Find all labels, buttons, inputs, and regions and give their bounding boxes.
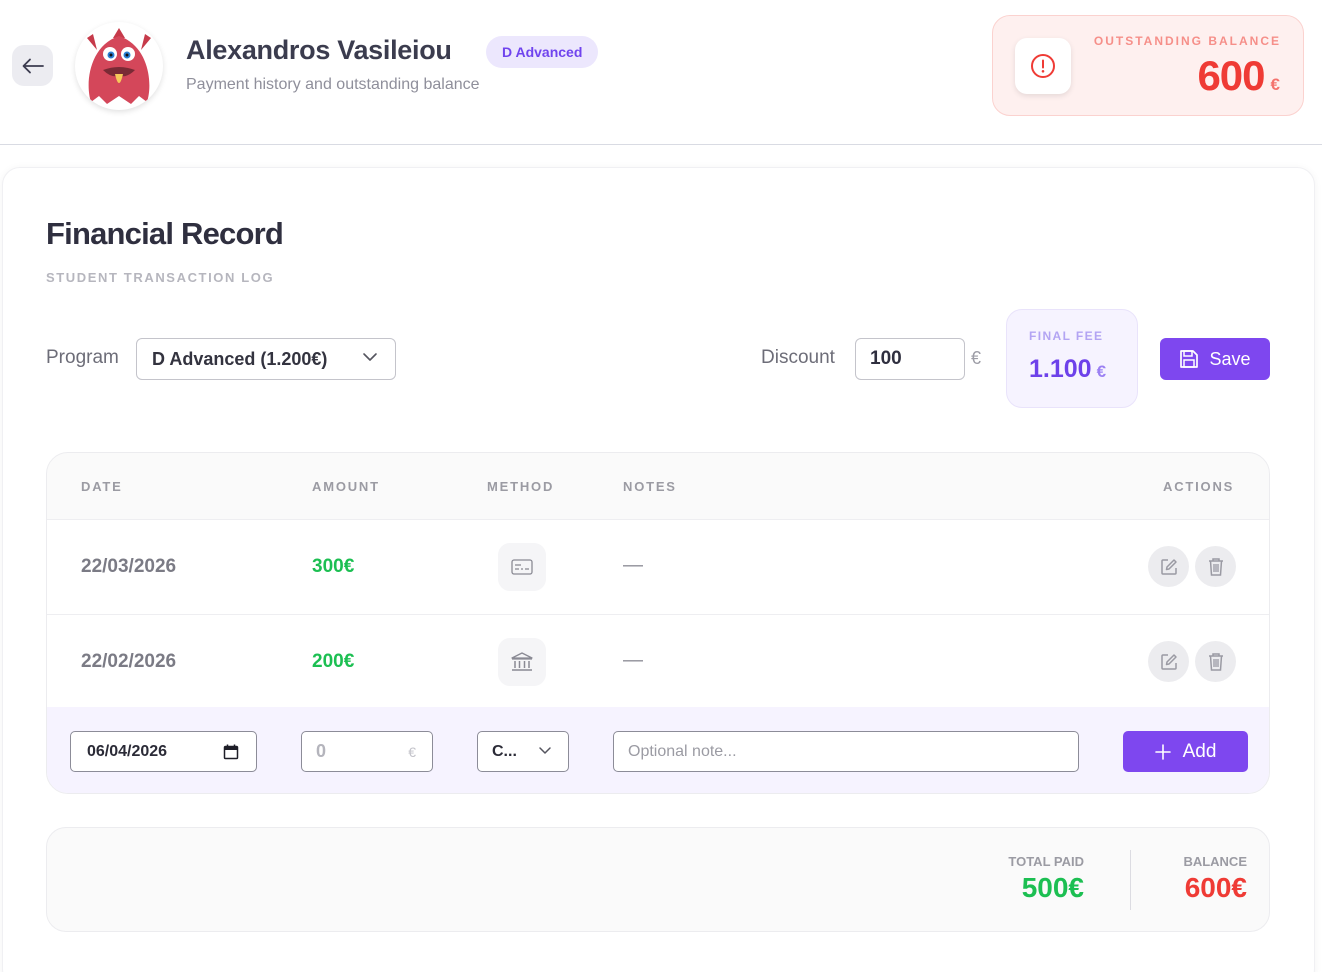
date-input[interactable]: 06/04/2026 [70, 731, 257, 772]
edit-icon [1160, 558, 1177, 575]
outstanding-balance-currency: € [1270, 75, 1280, 94]
cell-amount: 300€ [312, 556, 355, 577]
cell-date: 22/02/2026 [81, 651, 177, 672]
add-button-label: Add [1182, 740, 1217, 762]
bank-icon [511, 652, 533, 671]
chevron-down-icon [539, 747, 551, 754]
balance-value: 600€ [1184, 872, 1247, 903]
section-title: Financial Record [46, 216, 284, 251]
final-fee-currency: € [1096, 362, 1107, 381]
amount-input[interactable]: 0 € [301, 731, 433, 772]
arrow-left-icon [22, 58, 44, 73]
date-input-value: 06/04/2026 [87, 742, 168, 760]
delete-button[interactable] [1195, 641, 1236, 682]
student-name: Alexandros Vasileiou [186, 35, 452, 65]
cell-notes: — [623, 649, 643, 671]
column-header-date: DATE [81, 479, 123, 494]
amount-input-currency: € [408, 744, 416, 760]
chevron-down-icon [363, 353, 377, 361]
page-subtitle: Payment history and outstanding balance [186, 76, 480, 93]
monster-avatar-icon [87, 28, 151, 104]
discount-value: 100 [870, 348, 902, 369]
new-payment-row: 06/04/2026 0 € C... Optional note... Add [47, 707, 1269, 793]
trash-icon [1208, 652, 1223, 671]
totals-summary: TOTAL PAID 500€ BALANCE 600€ [46, 827, 1270, 932]
floppy-disk-icon [1180, 350, 1199, 368]
final-fee-card: FINAL FEE 1.100 € [1006, 309, 1138, 408]
level-badge: D Advanced [486, 36, 599, 68]
calendar-icon[interactable] [223, 744, 239, 760]
final-fee-amount: 1.100 € [1029, 355, 1106, 384]
page-header: Alexandros Vasileiou D Advanced Payment … [0, 0, 1322, 145]
note-input-placeholder: Optional note... [628, 742, 737, 760]
back-button[interactable] [12, 45, 53, 86]
balance-label: BALANCE [1183, 854, 1247, 869]
alert-circle-icon [1031, 54, 1055, 78]
totals-divider [1130, 850, 1131, 910]
column-header-method: METHOD [487, 479, 555, 494]
table-row: 22/02/2026 200€ — [47, 614, 1269, 709]
total-paid-value: 500€ [1021, 872, 1084, 903]
outstanding-balance-amount: 600 € [1197, 52, 1280, 100]
transactions-table: DATE AMOUNT METHOD NOTES ACTIONS 22/03/2… [46, 452, 1270, 794]
alert-badge [1015, 38, 1071, 94]
outstanding-balance-value: 600 [1197, 52, 1265, 99]
column-header-amount: AMOUNT [312, 479, 380, 494]
amount-input-placeholder: 0 [316, 741, 327, 761]
outstanding-balance-label: OUTSTANDING BALANCE [1093, 34, 1281, 48]
outstanding-balance-card: OUTSTANDING BALANCE 600 € [992, 15, 1304, 116]
section-subtitle: STUDENT TRANSACTION LOG [46, 270, 275, 285]
discount-currency: € [971, 348, 982, 368]
method-select-value: C... [492, 742, 517, 760]
column-header-notes: NOTES [623, 479, 677, 494]
save-button[interactable]: Save [1160, 338, 1270, 380]
total-paid-label: TOTAL PAID [1008, 854, 1084, 869]
add-payment-button[interactable]: Add [1123, 731, 1248, 772]
avatar [75, 22, 163, 110]
card-icon [511, 559, 533, 575]
method-card [498, 543, 546, 591]
discount-label: Discount [761, 347, 835, 368]
method-select[interactable]: C... [477, 731, 569, 772]
program-select-value: D Advanced (1.200€) [152, 348, 328, 369]
column-header-actions: ACTIONS [1163, 479, 1235, 494]
cell-amount: 200€ [312, 651, 355, 672]
final-fee-label: FINAL FEE [1029, 329, 1104, 343]
program-label: Program [46, 347, 119, 368]
save-button-label: Save [1209, 348, 1251, 369]
edit-button[interactable] [1148, 546, 1189, 587]
trash-icon [1208, 557, 1223, 576]
plus-icon [1154, 743, 1171, 760]
discount-input[interactable]: 100 [855, 338, 965, 380]
edit-button[interactable] [1148, 641, 1189, 682]
cell-notes: — [623, 554, 643, 576]
final-fee-value: 1.100 [1029, 355, 1092, 383]
edit-icon [1160, 653, 1177, 670]
delete-button[interactable] [1195, 546, 1236, 587]
program-select[interactable]: D Advanced (1.200€) [136, 338, 396, 380]
table-row: 22/03/2026 300€ — [47, 519, 1269, 614]
method-bank [498, 638, 546, 686]
note-input[interactable]: Optional note... [613, 731, 1079, 772]
cell-date: 22/03/2026 [81, 556, 177, 577]
